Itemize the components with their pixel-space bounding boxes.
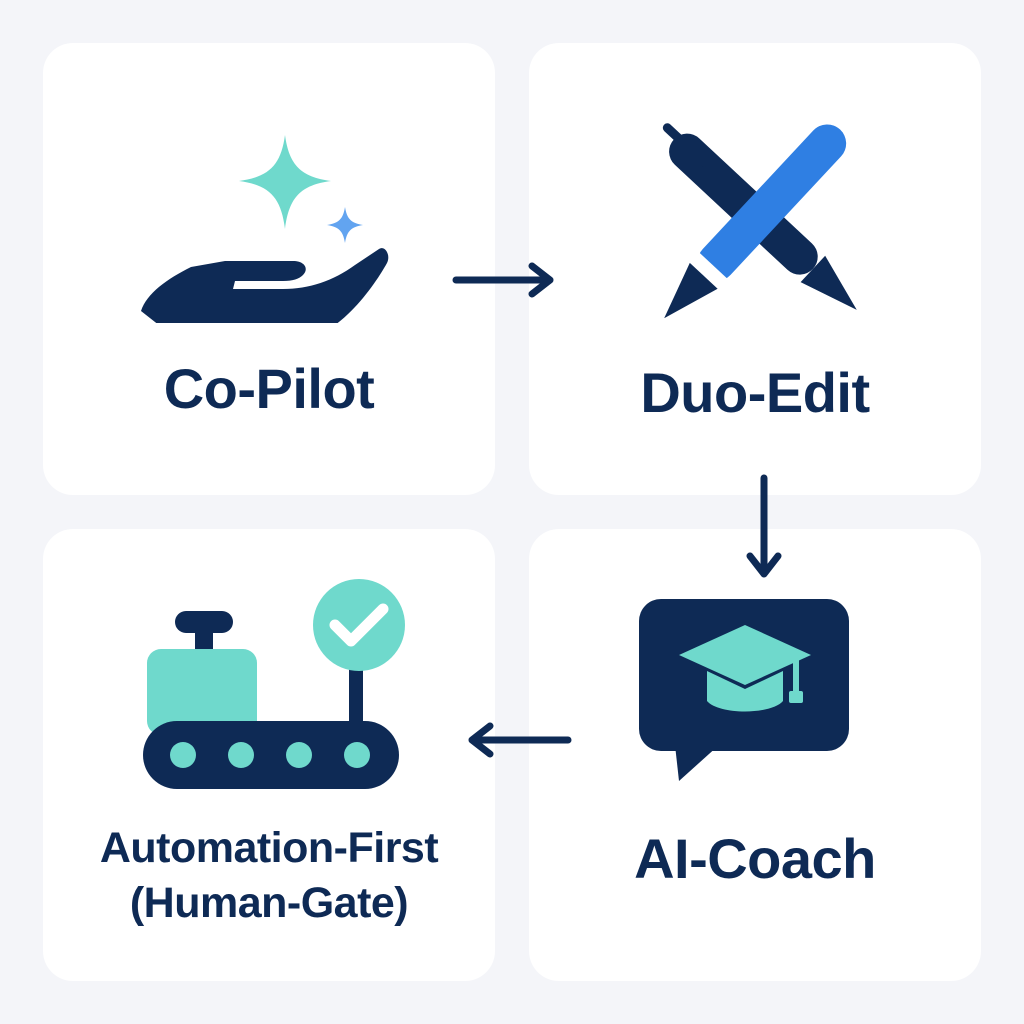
automation-first-card: Automation-First (Human-Gate) (43, 529, 495, 981)
arrow-left-icon (468, 722, 572, 758)
conveyor-checkmark-icon (143, 579, 405, 789)
chat-graduation-cap-icon (639, 599, 849, 781)
arrow-right-icon (452, 262, 554, 298)
co-pilot-card: Co-Pilot (43, 43, 495, 495)
crossed-pencils-icon (662, 123, 857, 318)
automation-first-label: Automation-First (99, 824, 439, 872)
arrow-down-icon (746, 474, 782, 578)
ai-coach-card: AI-Coach (529, 529, 981, 981)
duo-edit-label: Duo-Edit (640, 361, 870, 424)
human-gate-label: (Human-Gate) (129, 879, 409, 927)
co-pilot-label: Co-Pilot (163, 357, 375, 420)
duo-edit-card: Duo-Edit (529, 43, 981, 495)
ai-coach-label: AI-Coach (634, 827, 876, 890)
hand-with-sparkles-icon (141, 135, 389, 323)
